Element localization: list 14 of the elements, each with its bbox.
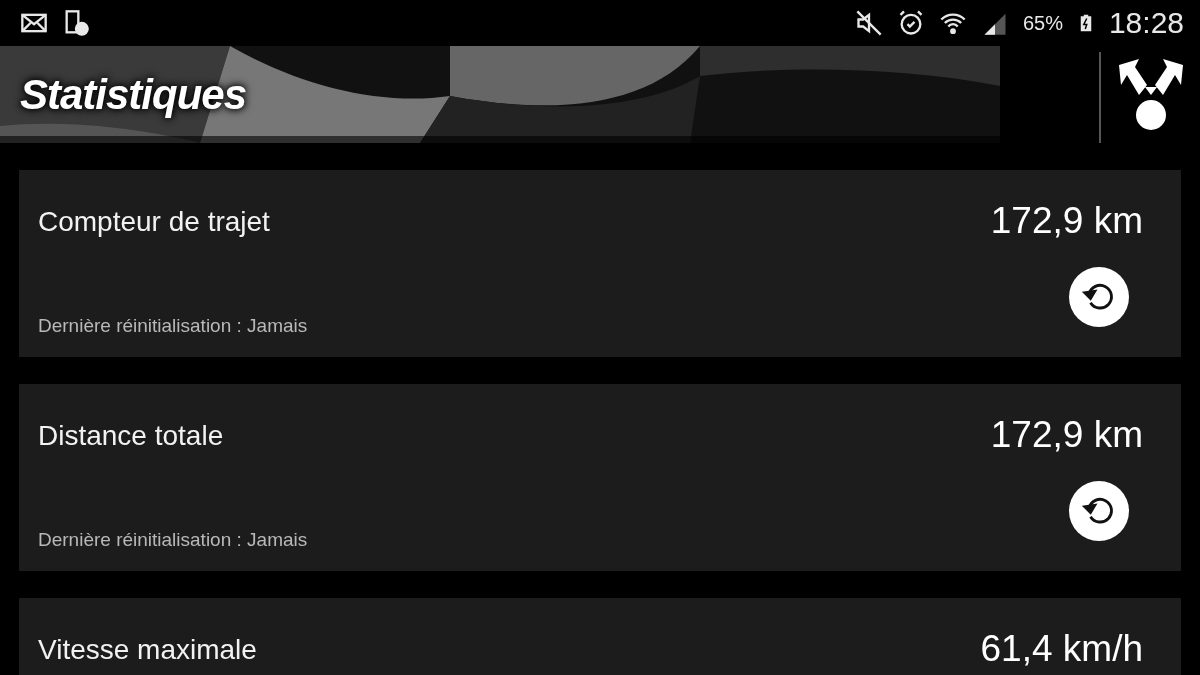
stat-title: Distance totale [38,420,225,452]
stat-value: 172,9 km [990,414,1143,456]
stat-title: Compteur de trajet [38,206,271,238]
clock-time: 18:28 [1108,6,1184,40]
stat-value: 172,9 km [990,200,1143,242]
last-reset-text: Dernière réinitialisation : Jamais [38,315,309,337]
stat-title: Vitesse maximale [38,634,258,666]
screen-title: Statistiques [20,70,247,119]
mute-icon [854,9,883,37]
battery-percentage: 65% [1022,11,1063,35]
reset-button[interactable] [1069,481,1129,541]
stat-value: 61,4 km/h [980,628,1143,670]
reset-button[interactable] [1069,267,1129,327]
last-reset-text: Dernière réinitialisation : Jamais [38,529,309,551]
